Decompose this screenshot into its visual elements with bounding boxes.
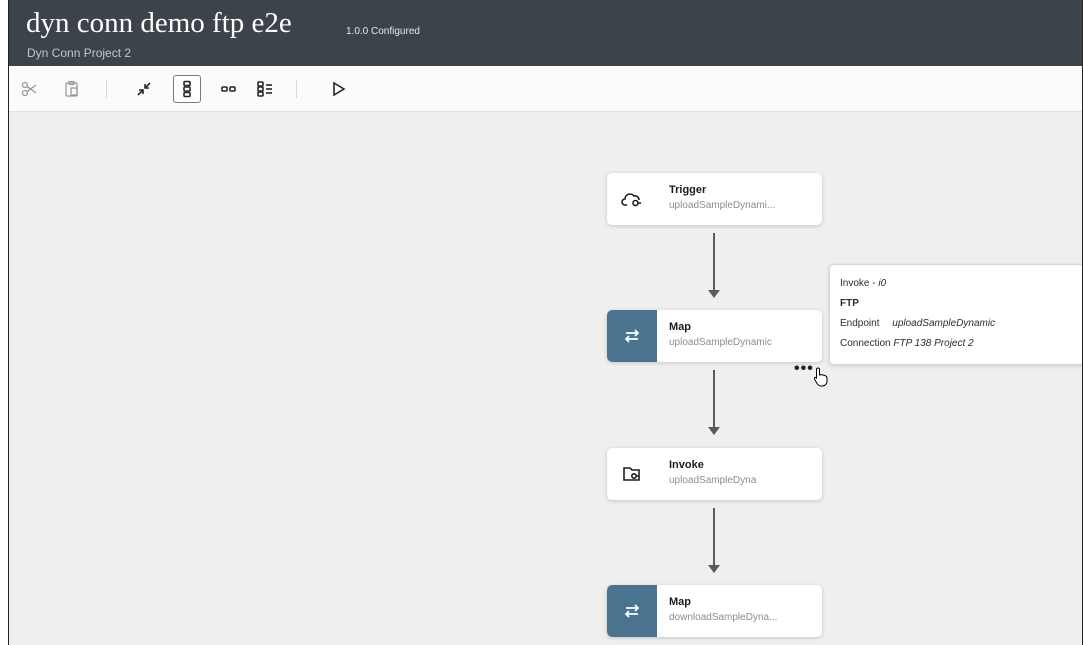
integration-title: dyn conn demo ftp e2e [26,7,292,39]
node-type-label: Trigger [669,184,707,196]
toolbar-divider [106,80,107,98]
paste-button[interactable] [58,75,86,103]
pseudo-view-button[interactable] [251,75,279,103]
tooltip-endpoint-value: uploadSampleDynamic [892,318,996,329]
test-run-button[interactable] [324,75,352,103]
tooltip-connection-value: FTP 138 Project 2 [893,338,974,349]
horizontal-layout-button[interactable] [215,75,243,103]
tooltip-endpoint: Endpoint uploadSampleDynamic [840,318,995,329]
flow-arrowhead [708,290,720,298]
version-status: 1.0.0 Configured [346,26,420,37]
map-icon-box [607,310,657,362]
node-type-label: Map [669,596,691,608]
trigger-node[interactable]: Trigger uploadSampleDynami... [607,173,822,225]
tooltip-connection-label: Connection [840,338,891,349]
paste-icon [65,80,78,97]
node-identifier: uploadSampleDynamic [669,337,772,348]
scissors-icon [21,81,37,97]
collapse-button[interactable] [130,75,158,103]
tooltip-connection: Connection FTP 138 Project 2 [840,338,974,349]
project-name: Dyn Conn Project 2 [27,46,132,60]
node-type-label: Invoke [669,459,704,471]
map-node[interactable]: Map downloadSampleDyna... [607,585,822,637]
app-frame: dyn conn demo ftp e2e Dyn Conn Project 2… [8,0,1083,645]
tooltip-heading: Invoke - i0 [840,278,886,289]
toolbar [9,66,1082,112]
vertical-layout-button[interactable] [173,75,201,103]
tooltip-endpoint-label: Endpoint [840,318,880,329]
cloud-trigger-icon [621,193,641,207]
collapse-icon [137,82,151,96]
node-identifier: downloadSampleDyna... [669,612,778,623]
flow-connector [713,233,715,290]
node-identifier: uploadSampleDynami... [669,200,776,211]
map-arrows-icon [624,329,640,343]
play-icon [333,81,346,97]
flow-arrowhead [708,427,720,435]
invoke-node[interactable]: Invoke uploadSampleDyna [607,448,822,500]
toolbar-divider [296,80,297,98]
tooltip-adapter: FTP [840,298,859,309]
trigger-icon-box [607,173,657,225]
invoke-icon-box [607,448,657,500]
horizontal-layout-icon [221,86,236,92]
map-icon-box [607,585,657,637]
integration-canvas[interactable] [9,112,1082,645]
tooltip-heading-id: i0 [878,278,887,289]
map-node[interactable]: Map uploadSampleDynamic [607,310,822,362]
cut-button[interactable] [15,75,43,103]
flow-connector [713,370,715,427]
more-actions-icon[interactable]: ••• [794,360,814,378]
folder-invoke-icon [623,467,640,481]
flow-connector [713,508,715,565]
vertical-layout-icon [183,80,191,98]
map-arrows-icon [624,604,640,618]
flow-arrowhead [708,565,720,573]
node-identifier: uploadSampleDyna [669,475,757,486]
node-type-label: Map [669,321,691,333]
pseudo-view-icon [257,81,272,97]
invoke-tooltip: Invoke - i0 FTP Endpoint uploadSampleDyn… [829,264,1082,365]
tooltip-heading-prefix: Invoke - [840,278,879,289]
hand-pointer-icon [813,367,828,387]
header-bar: dyn conn demo ftp e2e Dyn Conn Project 2… [9,0,1082,66]
